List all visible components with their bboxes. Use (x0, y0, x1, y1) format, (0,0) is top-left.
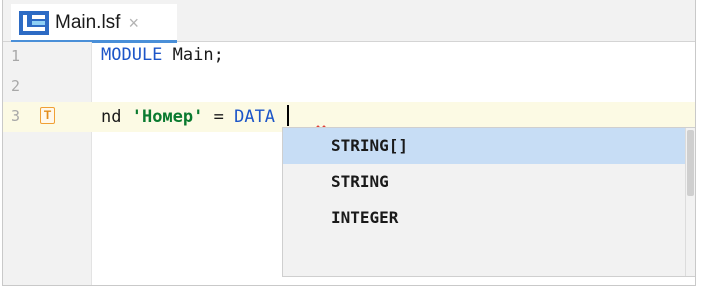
completion-item[interactable]: STRING (283, 164, 686, 200)
code-text: MODULE Main; (101, 45, 224, 65)
scrollbar-thumb[interactable] (687, 130, 694, 196)
tab-main-lsf[interactable]: Main.lsf × (11, 4, 177, 43)
code-line-1[interactable]: 1 MODULE Main; (3, 42, 695, 72)
string-token: 'Номер' (131, 107, 204, 127)
keyword-token: MODULE (101, 45, 163, 65)
code-token: Main; (162, 45, 224, 65)
line-number: 1 (11, 47, 21, 65)
close-icon[interactable]: × (128, 13, 139, 34)
code-text: nd 'Номер' = DATA (101, 105, 290, 127)
completion-item[interactable]: INTEGER (283, 200, 686, 236)
ide-window: Main.lsf × 1 MODULE Main; 2 3 T nd 'Номе… (2, 0, 696, 286)
keyword-token: DATA (234, 107, 276, 127)
text-caret (287, 105, 290, 126)
editor-tab-bar: Main.lsf × (3, 0, 695, 43)
code-line-2[interactable]: 2 (3, 72, 695, 102)
completion-scrollbar[interactable] (685, 128, 695, 276)
lsfusion-file-icon (19, 11, 49, 35)
identifier-token: nd (101, 107, 132, 127)
line-number: 3 (11, 107, 21, 125)
completion-item[interactable]: STRING[] (283, 128, 686, 164)
tab-title: Main.lsf (55, 12, 121, 33)
completion-popup: STRING[] STRING INTEGER (282, 127, 695, 277)
operator-token: = (203, 107, 235, 127)
gutter-marker-t-icon[interactable]: T (40, 107, 55, 124)
line-number: 2 (11, 77, 21, 95)
